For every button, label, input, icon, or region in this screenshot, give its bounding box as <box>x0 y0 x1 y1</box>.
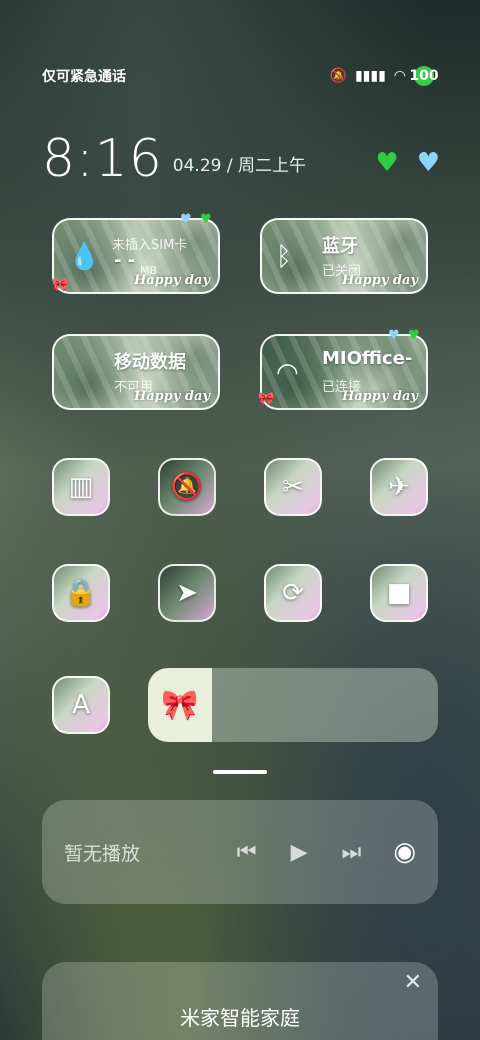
mute-vibrate-icon: 🔕 <box>329 68 347 84</box>
rotation-lock-icon: ⟳ <box>282 578 304 608</box>
font-size-toggle[interactable]: A <box>52 676 110 734</box>
bluetooth-title: 蓝牙 <box>322 236 358 257</box>
wifi-icon: ◠ <box>276 358 299 388</box>
smart-home-card[interactable]: ✕ 米家智能家庭 <box>42 962 438 1040</box>
carrier-text: 仅可紧急通话 <box>42 69 126 85</box>
wifi-tile[interactable]: ◠ MIOffice- 已连接 Happy day <box>260 334 428 410</box>
screenshot-toggle[interactable]: ✂ <box>264 458 322 516</box>
font-icon: A <box>72 690 90 720</box>
happy-day-label: Happy day <box>133 389 210 404</box>
close-icon[interactable]: ✕ <box>404 970 422 995</box>
location-icon: ➤ <box>176 578 198 608</box>
flashlight-icon: ▥ <box>68 472 94 502</box>
flashlight-toggle[interactable]: ▥ <box>52 458 110 516</box>
status-icons: 🔕 ▮▮▮▮ ◠ 100 <box>329 66 439 86</box>
happy-day-label: Happy day <box>133 273 210 288</box>
video-icon: ■ <box>386 578 412 608</box>
water-drop-icon: 💧 <box>68 242 101 272</box>
rotation-lock-toggle[interactable]: ⟳ <box>264 564 322 622</box>
green-heart-icon: ♥ <box>408 328 420 343</box>
status-bar: 仅可紧急通话 🔕 ▮▮▮▮ ◠ 100 <box>42 62 439 90</box>
green-heart-icon: ♥ <box>375 148 399 178</box>
mute-toggle[interactable]: 🔕 <box>158 458 216 516</box>
cast-icon[interactable]: ◉ <box>393 837 416 867</box>
mobile-data-tile[interactable]: 移动数据 不可用 Happy day <box>52 334 220 410</box>
signal-icon: ▮▮▮▮ <box>354 68 386 84</box>
airplane-icon: ✈ <box>388 472 410 502</box>
brightness-slider[interactable]: 🎀 <box>148 668 438 742</box>
happy-day-label: Happy day <box>341 273 418 288</box>
screenshot-icon: ✂ <box>282 472 304 502</box>
smart-home-title: 米家智能家庭 <box>180 1006 300 1030</box>
hearts-decoration: ♥ ♥ <box>375 148 440 178</box>
clock-time[interactable]: 8:16 <box>42 128 163 190</box>
mute-icon: 🔕 <box>170 472 204 502</box>
green-heart-icon: ♥ <box>200 212 212 227</box>
wifi-icon: ◠ <box>393 68 406 84</box>
bow-icon: 🎀 <box>161 687 199 723</box>
location-toggle[interactable]: ➤ <box>158 564 216 622</box>
battery-icon: 100 <box>409 66 439 86</box>
lock-screen-toggle[interactable]: 🔒 <box>52 564 110 622</box>
sim-title: - - <box>114 250 136 271</box>
media-player-card: 暂无播放 ⏮ ▶ ⏭ ◉ <box>42 800 438 904</box>
sim-subtitle: 未插入SIM卡 <box>112 238 188 253</box>
previous-track-icon[interactable]: ⏮ <box>237 840 257 865</box>
bow-icon: 🎀 <box>52 278 69 293</box>
blue-heart-icon: ♥ <box>180 212 192 227</box>
lock-icon: 🔒 <box>64 578 98 608</box>
bluetooth-tile[interactable]: ᛒ 蓝牙 已关闭 Happy day <box>260 218 428 294</box>
sim-tile[interactable]: 💧 - - 未插入SIM卡 MB Happy day <box>52 218 220 294</box>
blue-heart-icon: ♥ <box>388 328 400 343</box>
airplane-toggle[interactable]: ✈ <box>370 458 428 516</box>
blue-heart-icon: ♥ <box>416 148 440 178</box>
play-icon[interactable]: ▶ <box>291 840 308 865</box>
screen-record-toggle[interactable]: ■ <box>370 564 428 622</box>
mobile-data-title: 移动数据 <box>114 352 186 373</box>
next-track-icon[interactable]: ⏭ <box>342 840 362 865</box>
media-status-label: 暂无播放 <box>64 842 141 865</box>
bow-icon: 🎀 <box>258 392 275 407</box>
drag-handle[interactable] <box>213 770 267 774</box>
brightness-fill: 🎀 <box>148 668 212 742</box>
happy-day-label: Happy day <box>341 389 418 404</box>
clock-date[interactable]: 04.29 / 周二上午 <box>173 151 306 176</box>
bluetooth-icon: ᛒ <box>276 242 292 272</box>
wifi-title: MIOffice- <box>322 348 413 369</box>
clock-row: 8:16 04.29 / 周二上午 ♥ ♥ <box>42 120 440 190</box>
